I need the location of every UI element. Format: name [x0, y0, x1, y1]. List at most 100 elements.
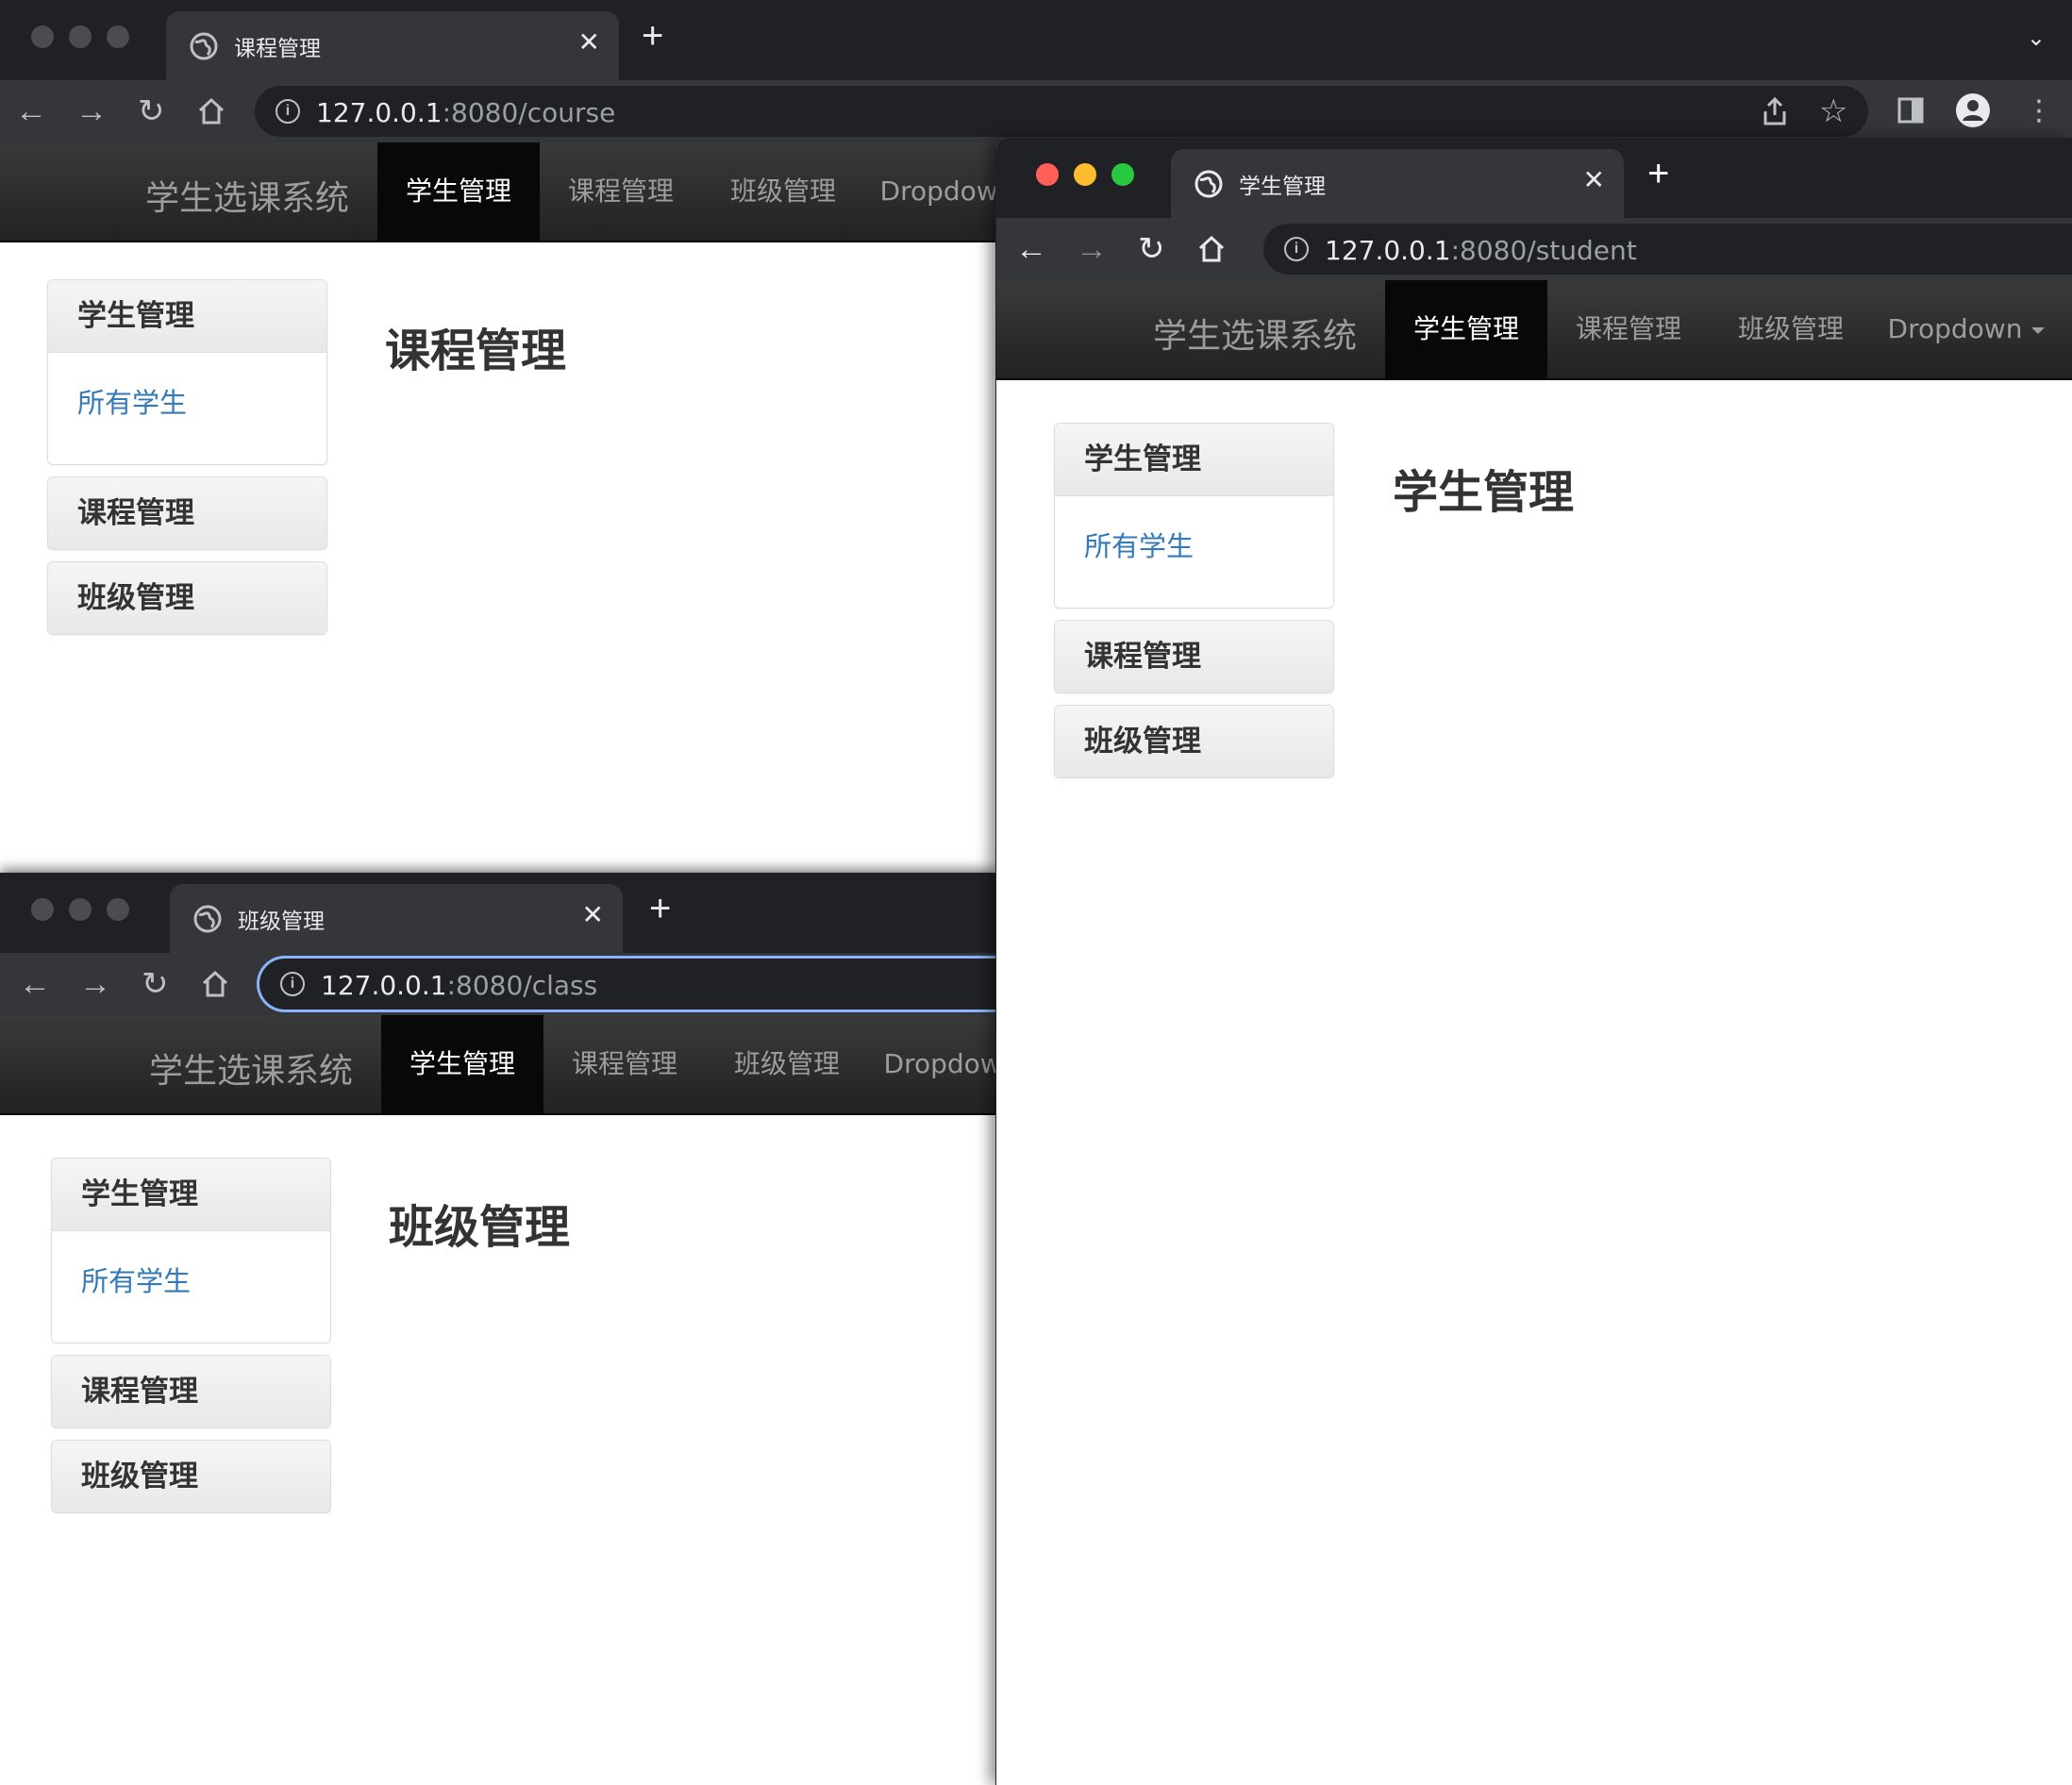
sidebar-header-student[interactable]: 学生管理	[1055, 424, 1333, 496]
share-icon[interactable]	[1761, 96, 1789, 126]
nav-class[interactable]: 班级管理	[706, 1015, 868, 1113]
sidebar-panel-course: 课程管理	[1054, 620, 1334, 693]
sidebar-panel-class: 班级管理	[51, 1440, 331, 1513]
browser-window-class: 班级管理 ✕ + ← → ↻ i 127.0.0.1:8080/class 学生…	[0, 873, 998, 1785]
info-icon[interactable]: i	[276, 99, 300, 124]
tab-strip: 班级管理 ✕ +	[0, 873, 998, 953]
sidebar: 学生管理 所有学生 课程管理 班级管理	[51, 1158, 331, 1525]
star-icon[interactable]: ☆	[1819, 92, 1847, 130]
address-bar[interactable]: i 127.0.0.1:8080/student	[1263, 224, 2072, 275]
window-maximize-button[interactable]	[107, 25, 129, 48]
nav-class[interactable]: 班级管理	[702, 142, 864, 241]
sidebar-panel-student: 学生管理 所有学生	[51, 1158, 331, 1343]
nav-class[interactable]: 班级管理	[1710, 280, 1872, 378]
address-bar[interactable]: i 127.0.0.1:8080/class	[259, 959, 998, 1009]
window-minimize-button[interactable]	[69, 25, 92, 48]
close-icon[interactable]: ✕	[1583, 164, 1605, 195]
sidebar-link-all-students[interactable]: 所有学生	[81, 1231, 330, 1299]
chevron-down-icon[interactable]: ⌄	[2027, 25, 2046, 52]
site-navbar: 学生选课系统 学生管理 课程管理 班级管理 Dropdown	[0, 1015, 998, 1115]
window-close-button[interactable]	[31, 25, 54, 48]
url-text: 127.0.0.1:8080/student	[1325, 235, 1637, 266]
sidebar: 学生管理 所有学生 课程管理 班级管理	[47, 279, 327, 646]
nav-dropdown[interactable]: Dropdown	[868, 1015, 998, 1113]
info-icon[interactable]: i	[280, 972, 305, 996]
window-controls	[31, 898, 144, 926]
sidebar-link-all-students[interactable]: 所有学生	[1084, 496, 1333, 564]
sidebar-header-class[interactable]: 班级管理	[48, 562, 326, 634]
window-maximize-button[interactable]	[107, 898, 129, 921]
page-title: 学生管理	[1393, 466, 1575, 519]
sidebar-header-class[interactable]: 班级管理	[52, 1441, 330, 1512]
browser-tab[interactable]: 班级管理 ✕	[170, 884, 623, 953]
site-brand[interactable]: 学生选课系统	[149, 1043, 353, 1093]
sidepanel-icon[interactable]	[1897, 96, 1925, 125]
site-brand[interactable]: 学生选课系统	[145, 171, 349, 220]
back-icon[interactable]: ←	[1015, 230, 1047, 268]
globe-icon	[1195, 170, 1223, 198]
sidebar-panel-class: 班级管理	[1054, 705, 1334, 778]
window-controls	[31, 25, 144, 53]
caret-down-icon	[2031, 326, 2046, 334]
window-maximize-button[interactable]	[1111, 163, 1134, 186]
window-minimize-button[interactable]	[69, 898, 92, 921]
tab-strip: 学生管理 ✕ +	[996, 138, 2072, 218]
window-minimize-button[interactable]	[1074, 163, 1096, 186]
sidebar-header-course[interactable]: 课程管理	[52, 1356, 330, 1427]
window-close-button[interactable]	[31, 898, 54, 921]
address-bar[interactable]: i 127.0.0.1:8080/course	[255, 86, 1868, 137]
sidebar-panel-student: 学生管理 所有学生	[47, 279, 327, 465]
browser-tab[interactable]: 学生管理 ✕	[1171, 149, 1624, 218]
close-icon[interactable]: ✕	[582, 899, 604, 930]
nav-student[interactable]: 学生管理	[381, 1015, 543, 1113]
back-icon[interactable]: ←	[19, 965, 51, 1003]
nav-course[interactable]: 课程管理	[1547, 280, 1710, 378]
browser-tab[interactable]: 课程管理 ✕	[166, 11, 619, 80]
sidebar-panel-course: 课程管理	[51, 1355, 331, 1428]
close-icon[interactable]: ✕	[578, 26, 600, 58]
tab-strip: 课程管理 ✕ + ⌄	[0, 0, 2072, 80]
menu-icon[interactable]: ⋮	[2025, 92, 2053, 130]
url-text: 127.0.0.1:8080/course	[316, 97, 616, 128]
reload-icon[interactable]: ↻	[142, 965, 169, 1003]
browser-toolbar: ← → ↻ i 127.0.0.1:8080/course ☆ ⋮	[0, 80, 2072, 142]
reload-icon[interactable]: ↻	[138, 92, 165, 130]
sidebar: 学生管理 所有学生 课程管理 班级管理	[1054, 423, 1334, 790]
nav-course[interactable]: 课程管理	[540, 142, 702, 241]
forward-icon[interactable]: →	[75, 92, 108, 130]
tab-title: 班级管理	[238, 909, 325, 934]
forward-icon[interactable]: →	[79, 965, 111, 1003]
new-tab-icon[interactable]: +	[649, 890, 671, 927]
home-icon[interactable]	[196, 96, 226, 126]
nav-student[interactable]: 学生管理	[377, 142, 540, 241]
site-brand[interactable]: 学生选课系统	[1153, 309, 1357, 358]
sidebar-link-all-students[interactable]: 所有学生	[77, 353, 326, 421]
globe-icon	[193, 905, 222, 933]
tab-title: 课程管理	[234, 37, 321, 61]
info-icon[interactable]: i	[1284, 237, 1309, 261]
profile-icon[interactable]	[1955, 92, 1991, 128]
new-tab-icon[interactable]: +	[1647, 155, 1669, 192]
forward-icon[interactable]: →	[1076, 230, 1108, 268]
sidebar-header-course[interactable]: 课程管理	[48, 477, 326, 549]
globe-icon	[190, 32, 218, 60]
sidebar-header-class[interactable]: 班级管理	[1055, 706, 1333, 777]
home-icon[interactable]	[200, 969, 230, 999]
back-icon[interactable]: ←	[15, 92, 47, 130]
browser-window-student: 学生管理 ✕ + ← → ↻ i 127.0.0.1:8080/student …	[995, 138, 2072, 1785]
new-tab-icon[interactable]: +	[642, 17, 663, 55]
sidebar-panel-student: 学生管理 所有学生	[1054, 423, 1334, 609]
sidebar-header-course[interactable]: 课程管理	[1055, 621, 1333, 692]
browser-toolbar: ← → ↻ i 127.0.0.1:8080/class	[0, 953, 998, 1015]
window-close-button[interactable]	[1036, 163, 1059, 186]
reload-icon[interactable]: ↻	[1138, 230, 1165, 268]
nav-student[interactable]: 学生管理	[1385, 280, 1547, 378]
home-icon[interactable]	[1196, 234, 1227, 264]
window-controls	[1036, 163, 1149, 191]
sidebar-header-student[interactable]: 学生管理	[48, 280, 326, 353]
site-navbar: 学生选课系统 学生管理 课程管理 班级管理 Dropdown	[996, 280, 2072, 380]
page-title: 课程管理	[385, 325, 567, 377]
sidebar-header-student[interactable]: 学生管理	[52, 1159, 330, 1231]
nav-course[interactable]: 课程管理	[543, 1015, 706, 1113]
nav-dropdown[interactable]: Dropdown	[1872, 280, 2061, 378]
